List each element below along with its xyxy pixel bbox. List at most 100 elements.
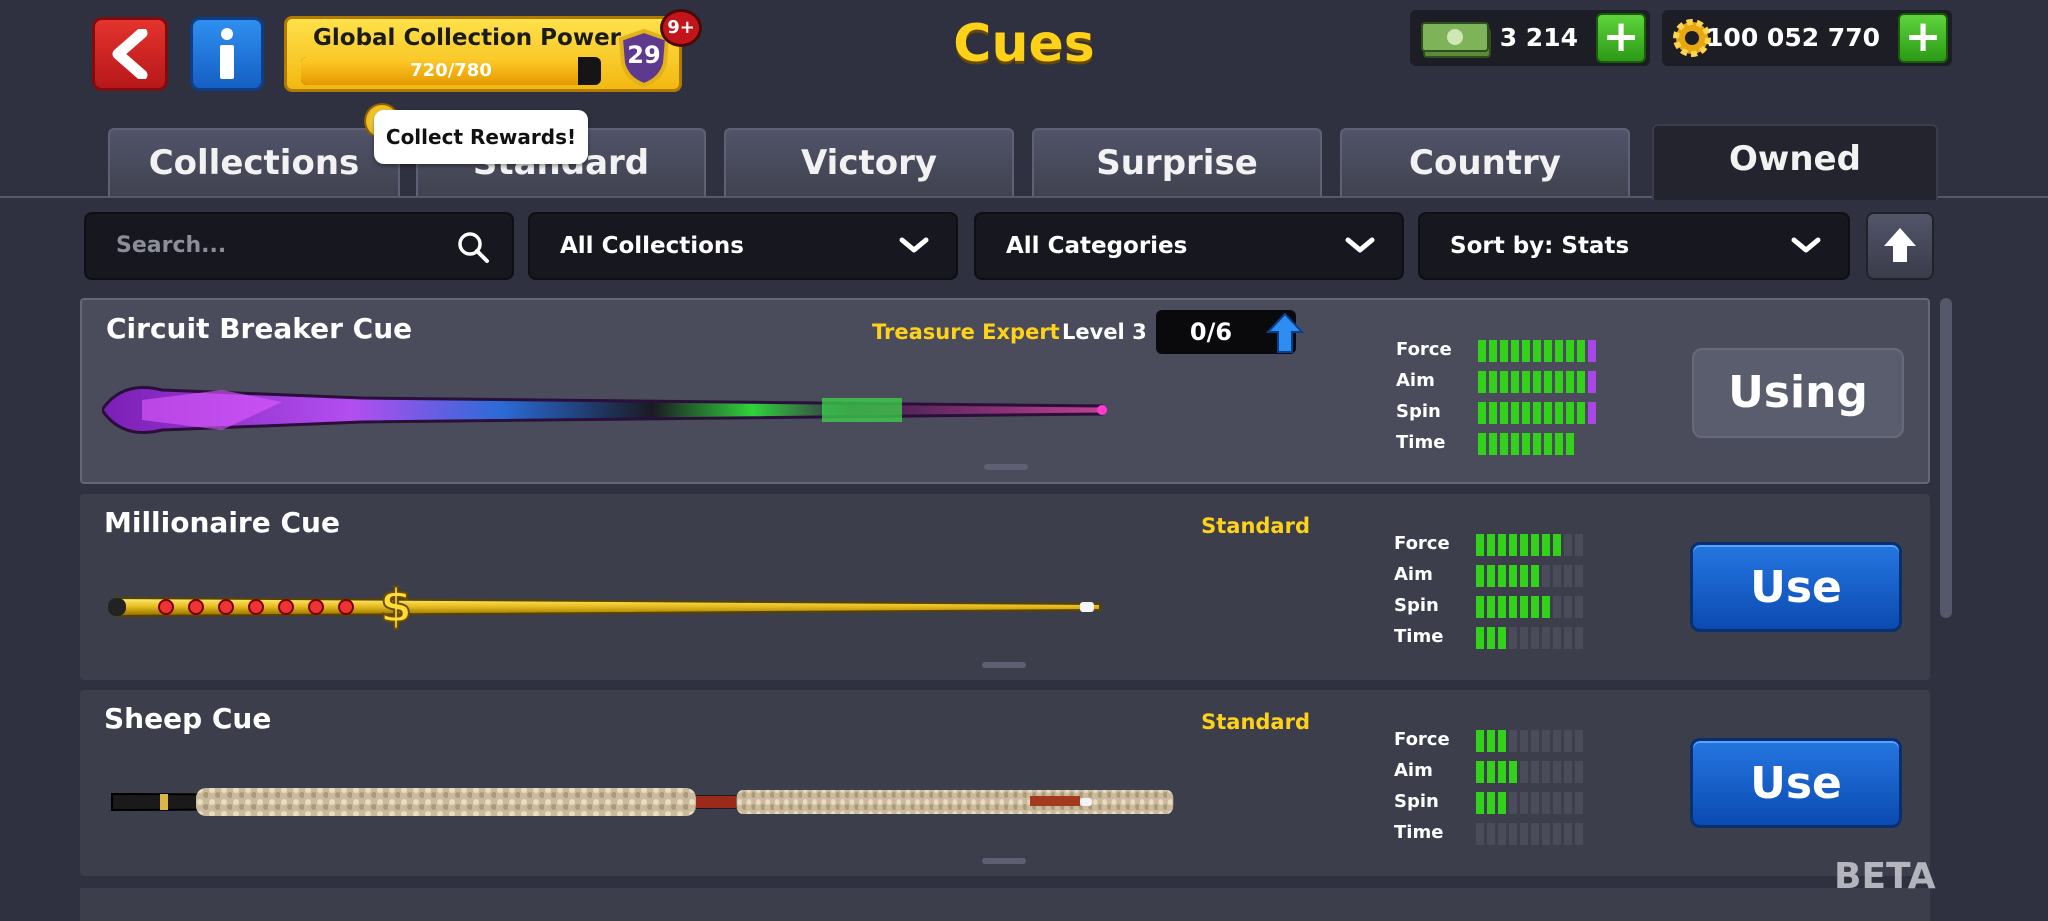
cue-upgrade-progress-text: 0/6 xyxy=(1189,318,1233,346)
stat-segment xyxy=(1489,433,1497,455)
stat-segment xyxy=(1544,402,1552,424)
stat-segment xyxy=(1522,340,1530,362)
collect-rewards-tooltip[interactable]: Collect Rewards! xyxy=(374,110,588,164)
plus-icon: + xyxy=(1904,11,1942,62)
tab-victory[interactable]: Victory xyxy=(724,128,1014,196)
stat-spin: Spin xyxy=(1394,788,1614,819)
stat-segment xyxy=(1478,371,1486,393)
stat-segment xyxy=(1500,371,1508,393)
tab-country[interactable]: Country xyxy=(1340,128,1630,196)
stat-segment-upgraded xyxy=(1588,371,1596,393)
stat-segment xyxy=(1575,565,1583,587)
stat-segment xyxy=(1564,792,1572,814)
stat-segment xyxy=(1487,823,1495,845)
use-button[interactable]: Use xyxy=(1690,738,1902,828)
stat-segment xyxy=(1476,730,1484,752)
cash-counter: 3 214 + xyxy=(1410,10,1650,66)
svg-text:$: $ xyxy=(380,579,412,633)
sort-direction-button[interactable] xyxy=(1866,212,1934,280)
stat-segment xyxy=(1531,596,1539,618)
stat-segment xyxy=(1564,823,1572,845)
stat-segment xyxy=(1575,792,1583,814)
stat-segment xyxy=(1522,371,1530,393)
expand-handle[interactable] xyxy=(984,464,1028,470)
stat-segment xyxy=(1544,371,1552,393)
stat-time: Time xyxy=(1394,819,1614,850)
list-scrollbar[interactable] xyxy=(1940,298,1952,618)
using-button[interactable]: Using xyxy=(1692,348,1904,438)
stat-segment xyxy=(1476,823,1484,845)
stat-segment xyxy=(1577,371,1585,393)
tab-collections[interactable]: Collections xyxy=(108,128,400,196)
stat-segment xyxy=(1553,565,1561,587)
add-cash-button[interactable]: + xyxy=(1596,13,1646,63)
stat-segment xyxy=(1522,402,1530,424)
stat-segment xyxy=(1476,596,1484,618)
stat-segment xyxy=(1509,823,1517,845)
stat-segment xyxy=(1542,627,1550,649)
cue-row[interactable]: Circuit Breaker Cue Treasure Expert Leve… xyxy=(80,298,1930,484)
stat-segment xyxy=(1511,433,1519,455)
collections-dropdown-value: All Collections xyxy=(560,233,744,259)
cue-row[interactable]: Millionaire Cue Standard $ Force Aim Spin T… xyxy=(80,494,1930,680)
stat-segment xyxy=(1533,371,1541,393)
stat-segment xyxy=(1553,596,1561,618)
collections-dropdown[interactable]: All Collections xyxy=(528,212,958,280)
stat-segment xyxy=(1487,627,1495,649)
expand-handle[interactable] xyxy=(982,662,1026,668)
stat-segment xyxy=(1489,340,1497,362)
stat-segment xyxy=(1511,340,1519,362)
tab-surprise[interactable]: Surprise xyxy=(1032,128,1322,196)
stat-segment xyxy=(1520,823,1528,845)
stat-segment xyxy=(1566,340,1574,362)
stat-segment xyxy=(1564,565,1572,587)
stat-time: Time xyxy=(1396,429,1616,460)
stat-label: Aim xyxy=(1394,760,1433,781)
stat-segment xyxy=(1511,402,1519,424)
stat-segment xyxy=(1498,565,1506,587)
search-input[interactable]: Search... xyxy=(84,212,514,280)
categories-dropdown[interactable]: All Categories xyxy=(974,212,1404,280)
stat-segment xyxy=(1564,596,1572,618)
stat-segment xyxy=(1566,433,1574,455)
sort-dropdown[interactable]: Sort by: Stats xyxy=(1418,212,1850,280)
categories-dropdown-value: All Categories xyxy=(1006,233,1188,259)
stat-segment xyxy=(1531,792,1539,814)
cue-category: Treasure Expert xyxy=(872,320,1060,344)
add-coins-button[interactable]: + xyxy=(1898,13,1948,63)
stat-segment xyxy=(1509,761,1517,783)
plus-icon: + xyxy=(1602,11,1640,62)
use-button[interactable]: Use xyxy=(1690,542,1902,632)
tab-owned[interactable]: Owned xyxy=(1652,124,1938,200)
cue-upgrade-progress[interactable]: 0/6 xyxy=(1156,310,1304,354)
stat-segment xyxy=(1575,627,1583,649)
coins-amount: 100 052 770 xyxy=(1706,23,1880,52)
stat-segment xyxy=(1509,565,1517,587)
cue-row[interactable]: Sheep Cue Standard Force Aim Spin Time Use xyxy=(80,690,1930,876)
stat-segment xyxy=(1575,761,1583,783)
stat-force: Force xyxy=(1394,530,1614,561)
cue-row[interactable] xyxy=(80,888,1930,921)
stat-spin: Spin xyxy=(1394,592,1614,623)
search-icon xyxy=(458,232,489,263)
coins-counter: 100 052 770 + xyxy=(1662,10,1952,66)
millionaire-cue-image: $ xyxy=(107,578,1101,634)
stat-segment xyxy=(1542,534,1550,556)
stat-segment xyxy=(1487,565,1495,587)
cue-name: Circuit Breaker Cue xyxy=(106,312,413,345)
cue-category: Standard xyxy=(1201,514,1310,538)
stat-aim: Aim xyxy=(1394,757,1614,788)
stat-segment xyxy=(1498,823,1506,845)
stat-segment xyxy=(1566,402,1574,424)
stat-time: Time xyxy=(1394,623,1614,654)
stat-segment xyxy=(1564,761,1572,783)
stat-label: Time xyxy=(1394,626,1444,647)
stat-segment xyxy=(1542,823,1550,845)
circuit-breaker-cue-image xyxy=(102,386,1107,434)
stat-segment xyxy=(1520,792,1528,814)
cash-stack-icon xyxy=(1421,22,1491,58)
stat-segment xyxy=(1476,565,1484,587)
stat-segment xyxy=(1476,534,1484,556)
stat-segment xyxy=(1531,730,1539,752)
expand-handle[interactable] xyxy=(982,858,1026,864)
